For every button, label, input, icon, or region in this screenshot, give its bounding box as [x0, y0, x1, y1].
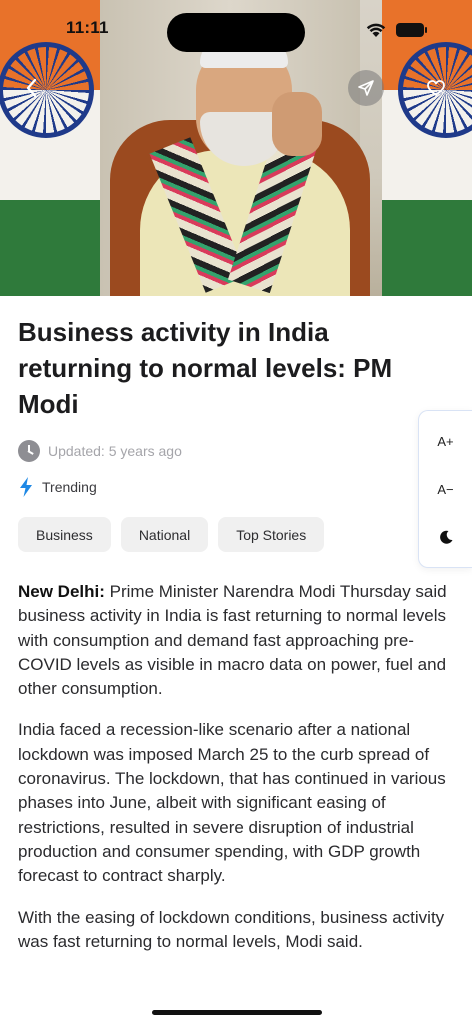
- tag-national[interactable]: National: [120, 517, 209, 552]
- trending-label: Trending: [42, 479, 97, 495]
- heart-icon: [427, 80, 445, 96]
- speaker-fist: [272, 92, 322, 156]
- tag-top-stories[interactable]: Top Stories: [218, 517, 325, 552]
- reader-tools-panel: A+ A−: [418, 410, 472, 568]
- home-indicator: [152, 1010, 322, 1015]
- article-body: New Delhi: Prime Minister Narendra Modi …: [18, 580, 458, 971]
- tag-business[interactable]: Business: [18, 517, 111, 552]
- font-increase-button[interactable]: A+: [426, 423, 466, 459]
- paragraph-2: India faced a recession-like scenario af…: [18, 720, 446, 886]
- status-time: 11:11: [66, 18, 109, 37]
- moon-icon: [439, 530, 452, 544]
- back-button[interactable]: [14, 70, 50, 106]
- article-title: Business activity in India returning to …: [18, 317, 393, 419]
- tag-list: Business National Top Stories: [18, 517, 325, 552]
- dark-mode-button[interactable]: [426, 519, 466, 555]
- chevron-left-icon: [26, 78, 37, 98]
- trending-row: Trending: [18, 476, 97, 498]
- share-button[interactable]: [348, 70, 384, 106]
- updated-row: Updated: 5 years ago: [18, 440, 182, 462]
- paragraph-3: With the easing of lockdown conditions, …: [18, 907, 445, 951]
- paragraph-1: New Delhi: Prime Minister Narendra Modi …: [18, 580, 458, 701]
- font-decrease-button[interactable]: A−: [426, 471, 466, 507]
- updated-text: Updated: 5 years ago: [48, 443, 182, 459]
- dateline: New Delhi:: [18, 582, 105, 601]
- wifi-icon: [366, 23, 386, 37]
- flag-right: [382, 0, 472, 296]
- flag-left: [0, 0, 100, 296]
- favorite-button[interactable]: [418, 70, 454, 106]
- battery-icon: [396, 23, 427, 37]
- dynamic-island: [167, 13, 305, 52]
- clock-icon: [18, 440, 40, 462]
- paper-plane-icon: [358, 80, 374, 96]
- lightning-bolt-icon: [20, 477, 32, 497]
